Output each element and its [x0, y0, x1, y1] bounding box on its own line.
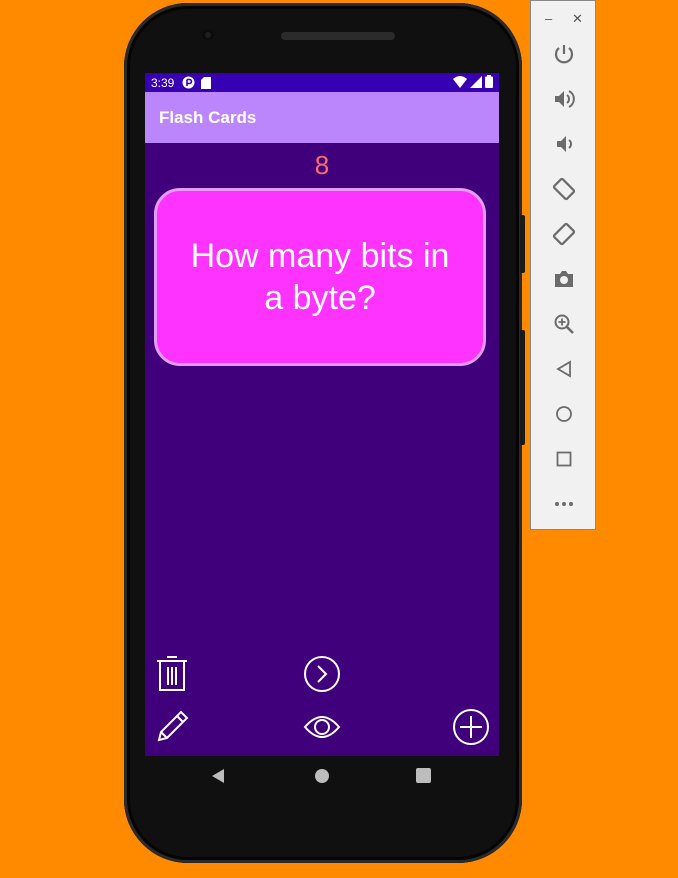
nav-overview-icon[interactable] — [416, 768, 431, 783]
volume-up-icon — [555, 90, 575, 108]
rotate-right-button[interactable] — [551, 221, 577, 247]
battery-icon — [485, 75, 493, 88]
screenshot-button[interactable] — [551, 266, 577, 292]
home-icon — [556, 406, 572, 422]
pencil-icon — [157, 710, 189, 742]
reveal-answer-button[interactable] — [302, 707, 342, 747]
back-icon — [556, 360, 571, 378]
overview-icon — [556, 451, 572, 467]
home-button[interactable] — [551, 401, 577, 427]
front-camera — [202, 29, 214, 41]
rotate-left-icon — [552, 177, 576, 201]
eye-icon — [303, 716, 341, 738]
trash-icon — [157, 656, 187, 691]
zoom-icon — [554, 314, 574, 334]
close-icon[interactable]: ✕ — [572, 11, 583, 27]
power-button[interactable] — [551, 41, 577, 67]
zoom-button[interactable] — [551, 311, 577, 337]
volume-down-button[interactable] — [551, 131, 577, 157]
volume-up-button[interactable] — [551, 86, 577, 112]
card-question: How many bits in a byte? — [190, 237, 450, 317]
status-bar: 3:39 — [145, 73, 499, 92]
overview-button[interactable] — [551, 446, 577, 472]
edit-button[interactable] — [152, 707, 192, 747]
back-button[interactable] — [551, 356, 577, 382]
power-icon — [554, 45, 574, 64]
signal-icon — [470, 75, 482, 88]
add-icon — [453, 709, 489, 745]
card-count: 8 — [314, 150, 330, 180]
sd-card-icon — [201, 76, 212, 89]
nav-home-icon[interactable] — [314, 768, 330, 784]
phone-volume-key — [520, 330, 525, 445]
more-button[interactable] — [551, 491, 577, 517]
rotate-left-button[interactable] — [551, 176, 577, 202]
nav-back-icon[interactable] — [211, 768, 225, 784]
delete-button[interactable] — [152, 653, 192, 693]
app-title: Flash Cards — [159, 107, 257, 127]
notification-p-icon — [182, 76, 195, 89]
navigation-bar — [145, 756, 499, 798]
phone-power-key — [520, 215, 525, 273]
next-button[interactable] — [302, 654, 342, 694]
device-screen: 3:39 Flash Cards 8 How many bits in a by… — [145, 73, 499, 756]
app-bar: Flash Cards — [145, 92, 499, 143]
earpiece — [281, 32, 395, 40]
flash-card[interactable]: How many bits in a byte? — [154, 188, 486, 366]
volume-down-icon — [557, 136, 572, 152]
wifi-icon — [453, 75, 467, 88]
next-icon — [304, 656, 340, 692]
add-card-button[interactable] — [451, 707, 491, 747]
rotate-right-icon — [552, 222, 576, 246]
status-time: 3:39 — [151, 75, 175, 90]
emulator-toolbar: – ✕ — [530, 0, 596, 530]
window-controls: – ✕ — [531, 11, 597, 27]
more-icon — [555, 502, 573, 506]
camera-icon — [555, 271, 573, 287]
minimize-icon[interactable]: – — [545, 11, 552, 26]
